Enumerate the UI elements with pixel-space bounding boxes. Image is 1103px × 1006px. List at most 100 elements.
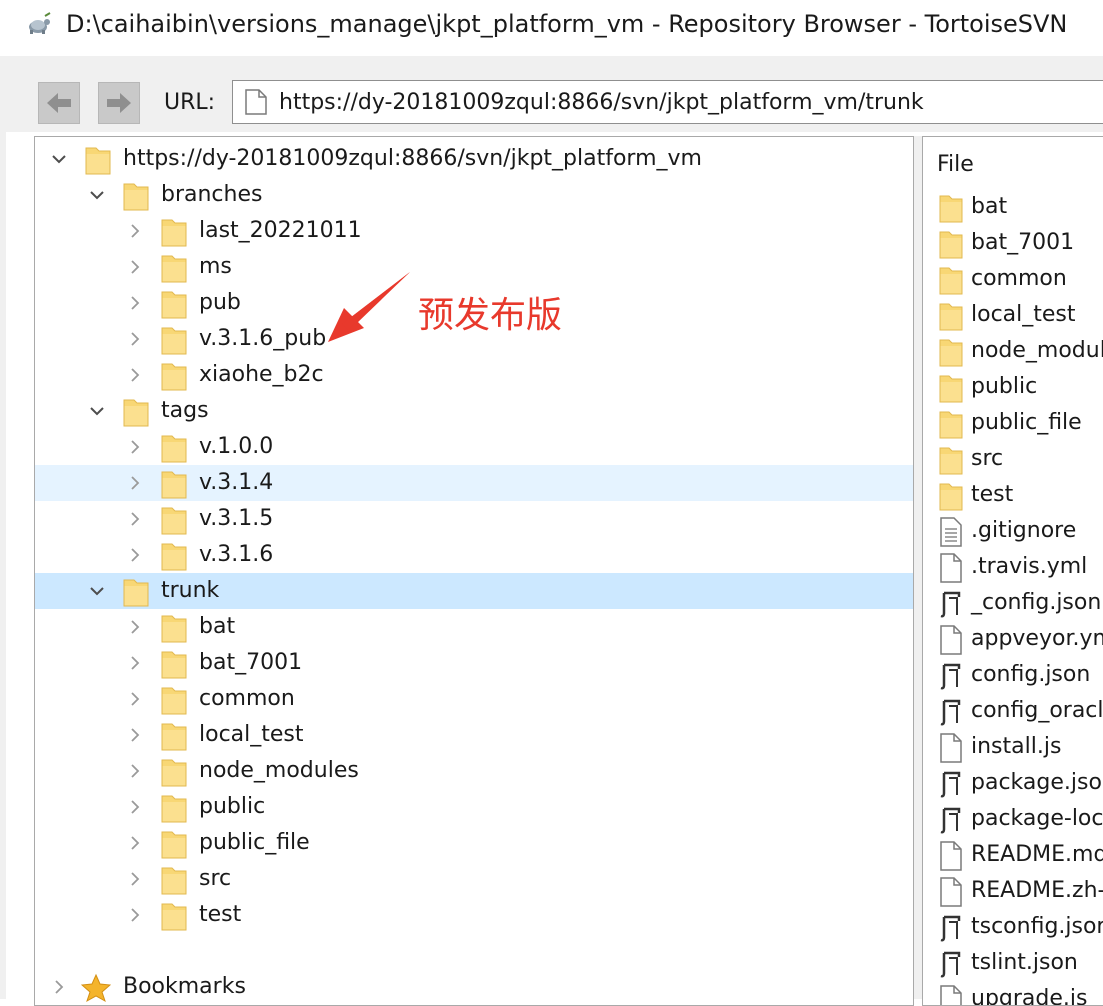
chevron-right-icon[interactable] — [51, 979, 67, 995]
chevron-right-icon[interactable] — [127, 511, 143, 527]
tree-item[interactable]: https://dy-20181009zqul:8866/svn/jkpt_pl… — [35, 141, 913, 177]
file-list-item[interactable]: common — [923, 261, 1103, 297]
chevron-right-icon[interactable] — [127, 439, 143, 455]
tree-item[interactable]: v.3.1.5 — [35, 501, 913, 537]
tree-item[interactable]: tags — [35, 393, 913, 429]
repository-tree[interactable]: https://dy-20181009zqul:8866/svn/jkpt_pl… — [34, 136, 914, 1006]
file-name: public — [971, 374, 1038, 399]
tree-item[interactable]: public — [35, 789, 913, 825]
chevron-right-icon[interactable] — [127, 691, 143, 707]
tree-item-label: v.1.0.0 — [199, 434, 274, 459]
chevron-right-icon[interactable] — [127, 367, 143, 383]
file-list-item[interactable]: upgrade.js — [923, 981, 1103, 1006]
file-name: src — [971, 446, 1004, 471]
chevron-right-icon[interactable] — [127, 331, 143, 347]
file-list-item[interactable]: README.md — [923, 837, 1103, 873]
file-list-item[interactable]: public_file — [923, 405, 1103, 441]
chevron-right-icon[interactable] — [127, 475, 143, 491]
tree-item[interactable]: v.3.1.4 — [35, 465, 913, 501]
tree-item-label: v.3.1.4 — [199, 470, 274, 495]
folder-icon — [161, 615, 187, 643]
file-name: README.md — [971, 842, 1103, 867]
tree-item[interactable]: ms — [35, 249, 913, 285]
tree-item-label: v.3.1.6_pub — [199, 326, 327, 351]
chevron-right-icon[interactable] — [127, 835, 143, 851]
tree-item[interactable]: public_file — [35, 825, 913, 861]
file-list-item[interactable]: install.js — [923, 729, 1103, 765]
tree-item[interactable]: node_modules — [35, 753, 913, 789]
pane-splitter[interactable] — [914, 136, 922, 999]
file-name: public_file — [971, 410, 1082, 435]
tree-item-label: src — [199, 866, 232, 891]
chevron-right-icon[interactable] — [127, 655, 143, 671]
file-list-item[interactable]: appveyor.ym — [923, 621, 1103, 657]
chevron-down-icon[interactable] — [89, 583, 105, 599]
file-list-item[interactable]: public — [923, 369, 1103, 405]
file-list-item[interactable]: .travis.yml — [923, 549, 1103, 585]
tortoise-app-icon — [29, 12, 51, 34]
tree-item[interactable]: xiaohe_b2c — [35, 357, 913, 393]
file-list-item[interactable]: node_modul — [923, 333, 1103, 369]
file-list-item[interactable]: README.zh- — [923, 873, 1103, 909]
chevron-right-icon[interactable] — [127, 619, 143, 635]
tree-item[interactable]: bat_7001 — [35, 645, 913, 681]
chevron-right-icon[interactable] — [127, 223, 143, 239]
forward-button[interactable] — [98, 82, 140, 124]
file-column-header[interactable]: File — [937, 152, 974, 177]
tree-item[interactable]: local_test — [35, 717, 913, 753]
chevron-down-icon[interactable] — [89, 187, 105, 203]
tree-item[interactable]: src — [35, 861, 913, 897]
tree-item-label: local_test — [199, 722, 304, 747]
folder-icon — [161, 219, 187, 247]
file-list-item[interactable]: package.jsor — [923, 765, 1103, 801]
file-list-item[interactable]: _config.json — [923, 585, 1103, 621]
tree-item[interactable]: v.1.0.0 — [35, 429, 913, 465]
file-list-item[interactable]: local_test — [923, 297, 1103, 333]
chevron-right-icon[interactable] — [127, 259, 143, 275]
chevron-right-icon[interactable] — [127, 547, 143, 563]
folder-icon — [161, 723, 187, 751]
chevron-right-icon[interactable] — [127, 907, 143, 923]
tree-item[interactable]: branches — [35, 177, 913, 213]
file-name: _config.json — [971, 590, 1102, 615]
file-list-item[interactable]: bat — [923, 189, 1103, 225]
url-input[interactable]: https://dy-20181009zqul:8866/svn/jkpt_pl… — [232, 80, 1103, 124]
tree-item-bookmarks[interactable]: Bookmarks — [35, 969, 913, 1005]
file-list-item[interactable]: bat_7001 — [923, 225, 1103, 261]
tree-item[interactable]: bat — [35, 609, 913, 645]
tree-item[interactable]: test — [35, 897, 913, 933]
bookmarks-label: Bookmarks — [123, 974, 246, 999]
tree-item[interactable]: common — [35, 681, 913, 717]
chevron-right-icon[interactable] — [127, 871, 143, 887]
file-list-item[interactable]: tsconfig.jsor — [923, 909, 1103, 945]
file-list[interactable]: File bat bat_7001 common local_test node_mod… — [922, 136, 1103, 1006]
back-button[interactable] — [38, 82, 80, 124]
json-file-icon — [940, 915, 961, 942]
annotation-label: 预发布版 — [418, 295, 563, 336]
tree-item-label: public_file — [199, 830, 310, 855]
file-name: upgrade.js — [971, 986, 1088, 1006]
chevron-right-icon[interactable] — [127, 763, 143, 779]
chevron-right-icon[interactable] — [127, 799, 143, 815]
title-bar: D:\caihaibin\versions_manage\jkpt_platfo… — [0, 0, 1103, 56]
chevron-down-icon[interactable] — [51, 151, 67, 167]
tree-item[interactable]: v.3.1.6 — [35, 537, 913, 573]
chevron-right-icon[interactable] — [127, 727, 143, 743]
folder-icon — [161, 903, 187, 931]
file-list-item[interactable]: package-lock — [923, 801, 1103, 837]
arrow-right-icon — [107, 93, 131, 113]
file-list-item[interactable]: src — [923, 441, 1103, 477]
file-list-item[interactable]: config_oracl — [923, 693, 1103, 729]
file-list-item[interactable]: test — [923, 477, 1103, 513]
file-list-item[interactable]: tslint.json — [923, 945, 1103, 981]
folder-icon — [161, 255, 187, 283]
tree-item[interactable]: last_20221011 — [35, 213, 913, 249]
file-list-item[interactable]: config.json — [923, 657, 1103, 693]
folder-icon — [939, 411, 963, 439]
chevron-right-icon[interactable] — [127, 295, 143, 311]
json-file-icon — [940, 591, 961, 618]
file-list-item[interactable]: .gitignore — [923, 513, 1103, 549]
chevron-down-icon[interactable] — [89, 403, 105, 419]
tree-item[interactable]: trunk — [35, 573, 913, 609]
folder-icon — [939, 303, 963, 331]
